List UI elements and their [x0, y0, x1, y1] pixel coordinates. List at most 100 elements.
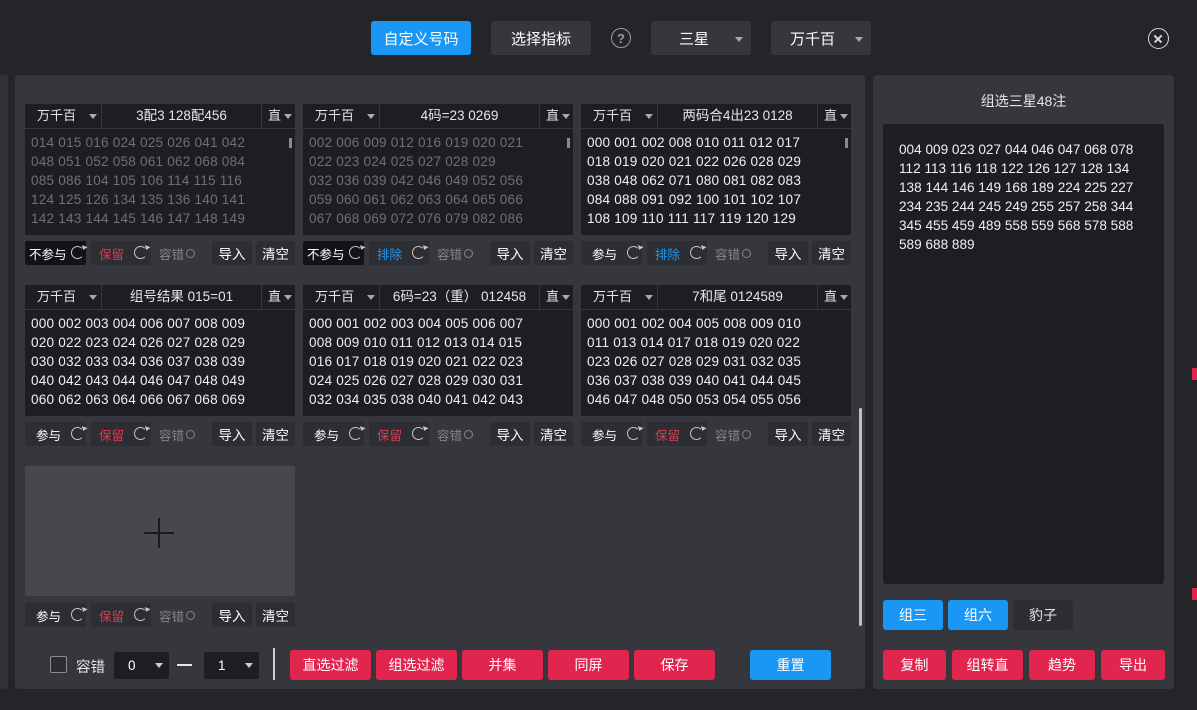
tolerance-to-select[interactable]: 1 [204, 652, 259, 679]
participate-toggle[interactable]: 参与 [303, 422, 364, 446]
tab-group6[interactable]: 组六 [948, 600, 1008, 630]
keep-toggle[interactable]: 保留 [91, 241, 151, 265]
keep-toggle[interactable]: 保留 [91, 422, 151, 446]
tolerance-label: 容错 [159, 428, 185, 443]
card-scrollbar[interactable] [567, 138, 570, 148]
keep-toggle[interactable]: 保留 [91, 603, 151, 627]
tolerance-checkbox[interactable] [50, 656, 67, 673]
direction-select[interactable]: 直 [817, 285, 851, 309]
direction-select[interactable]: 直 [261, 285, 295, 309]
keep-toggle[interactable]: 保留 [369, 422, 429, 446]
same-screen-button[interactable]: 同屏 [548, 650, 629, 680]
tolerance-option[interactable]: 容错 [715, 422, 752, 446]
radio-icon [742, 429, 752, 439]
tolerance-option[interactable]: 容错 [437, 422, 474, 446]
tolerance-option[interactable]: 容错 [159, 241, 196, 265]
tab-leopard[interactable]: 豹子 [1013, 600, 1073, 630]
left-edge-panel [0, 75, 8, 689]
card-numbers: 014 015 016 024 025 026 041 042 048 051 … [25, 129, 295, 235]
participate-toggle[interactable]: 不参与 [303, 241, 364, 265]
chevron-down-icon [840, 114, 848, 119]
card-header: 万千百 两码合4出23 0128 直 [581, 104, 851, 128]
import-button[interactable]: 导入 [212, 422, 252, 446]
plus-icon [144, 518, 174, 548]
card-header: 万千百 6码=23（重） 012458 直 [303, 285, 573, 309]
chevron-down-icon [89, 295, 97, 300]
trend-button[interactable]: 趋势 [1029, 650, 1095, 680]
group-to-direct-button[interactable]: 组转直 [952, 650, 1023, 680]
positions-select[interactable]: 万千百 [771, 21, 871, 55]
import-button[interactable]: 导入 [490, 422, 530, 446]
help-symbol: ? [617, 30, 625, 46]
participate-label: 参与 [36, 428, 62, 443]
position-select[interactable]: 万千百 [25, 104, 102, 128]
participate-toggle[interactable]: 参与 [581, 241, 642, 265]
card-scrollbar[interactable] [289, 138, 292, 148]
chevron-down-icon [89, 114, 97, 119]
clear-button[interactable]: 清空 [812, 422, 851, 446]
clear-button[interactable]: 清空 [256, 603, 295, 627]
direction-select[interactable]: 直 [539, 104, 573, 128]
help-icon[interactable]: ? [611, 28, 631, 48]
direction-select[interactable]: 直 [539, 285, 573, 309]
participate-toggle[interactable]: 参与 [581, 422, 642, 446]
card-controls: 参与 保留 容错 导入 清空 [25, 603, 295, 627]
tolerance-option[interactable]: 容错 [437, 241, 474, 265]
keep-toggle[interactable]: 保留 [647, 422, 707, 446]
select-indicator-button[interactable]: 选择指标 [491, 21, 591, 55]
position-select[interactable]: 万千百 [25, 285, 102, 309]
stars-select[interactable]: 三星 [651, 21, 751, 55]
tolerance-option[interactable]: 容错 [159, 603, 196, 627]
group-filter-button[interactable]: 组选过滤 [376, 650, 457, 680]
direction-select[interactable]: 直 [817, 104, 851, 128]
reset-button[interactable]: 重置 [750, 650, 831, 680]
participate-toggle[interactable]: 不参与 [25, 241, 86, 265]
tolerance-from-select[interactable]: 0 [114, 652, 169, 679]
direct-filter-button[interactable]: 直选过滤 [290, 650, 371, 680]
clear-button[interactable]: 清空 [534, 241, 573, 265]
refresh-icon [627, 246, 640, 259]
close-icon[interactable] [1148, 28, 1169, 49]
refresh-icon [71, 427, 84, 440]
position-select[interactable]: 万千百 [303, 285, 380, 309]
participate-toggle[interactable]: 参与 [25, 603, 86, 627]
copy-button[interactable]: 复制 [883, 650, 946, 680]
position-select[interactable]: 万千百 [581, 104, 658, 128]
tab-group3[interactable]: 组三 [883, 600, 943, 630]
filter-card: 万千百 3配3 128配456 直 014 015 016 024 025 02… [25, 104, 295, 235]
keep-toggle[interactable]: 排除 [369, 241, 429, 265]
card-scrollbar[interactable] [845, 138, 848, 148]
tolerance-option[interactable]: 容错 [715, 241, 752, 265]
refresh-icon [627, 427, 640, 440]
clear-button[interactable]: 清空 [812, 241, 851, 265]
card-controls: 参与 保留 容错 导入 清空 [25, 422, 295, 446]
chevron-down-icon [645, 295, 653, 300]
clear-button[interactable]: 清空 [256, 241, 295, 265]
chevron-down-icon [284, 114, 292, 119]
import-button[interactable]: 导入 [768, 241, 808, 265]
clear-button[interactable]: 清空 [256, 422, 295, 446]
import-button[interactable]: 导入 [212, 241, 252, 265]
position-select[interactable]: 万千百 [581, 285, 658, 309]
direction-select[interactable]: 直 [261, 104, 295, 128]
card-numbers: 002 006 009 012 016 019 020 021 022 023 … [303, 129, 573, 235]
radio-icon [464, 248, 474, 258]
union-button[interactable]: 并集 [462, 650, 543, 680]
tolerance-option[interactable]: 容错 [159, 422, 196, 446]
clear-button[interactable]: 清空 [534, 422, 573, 446]
keep-toggle[interactable]: 排除 [647, 241, 707, 265]
refresh-icon [134, 427, 147, 440]
refresh-icon [134, 246, 147, 259]
positions-select-value: 万千百 [790, 30, 836, 48]
keep-label: 保留 [377, 428, 403, 443]
import-button[interactable]: 导入 [490, 241, 530, 265]
import-button[interactable]: 导入 [768, 422, 808, 446]
save-button[interactable]: 保存 [634, 650, 715, 680]
participate-toggle[interactable]: 参与 [25, 422, 86, 446]
chevron-down-icon [855, 37, 863, 42]
position-select[interactable]: 万千百 [303, 104, 380, 128]
export-button[interactable]: 导出 [1101, 650, 1165, 680]
import-button[interactable]: 导入 [212, 603, 252, 627]
custom-number-button[interactable]: 自定义号码 [371, 21, 471, 55]
main-scrollbar[interactable] [859, 408, 862, 626]
